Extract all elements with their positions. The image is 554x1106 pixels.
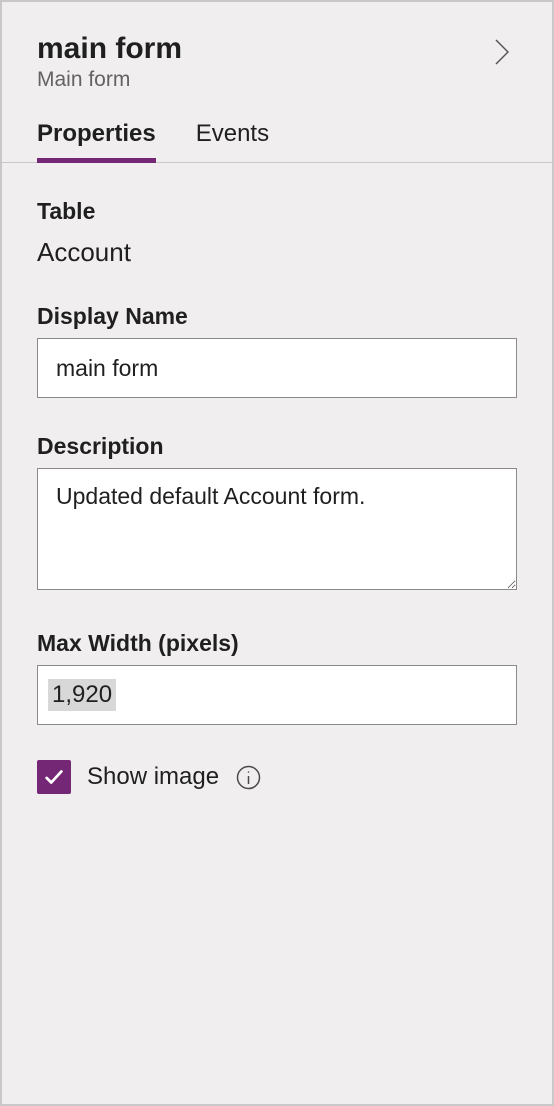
panel-subtitle: Main form: [37, 68, 517, 92]
description-input[interactable]: Updated default Account form.: [37, 468, 517, 590]
display-name-group: Display Name: [37, 303, 517, 398]
show-image-row: Show image: [37, 760, 517, 794]
panel-header: main form Main form: [2, 2, 552, 92]
display-name-input[interactable]: [37, 338, 517, 398]
show-image-info-button[interactable]: [235, 764, 262, 791]
tabs: Properties Events: [2, 92, 552, 163]
show-image-label: Show image: [87, 763, 219, 791]
properties-panel: main form Main form Properties Events Ta…: [2, 2, 552, 1104]
max-width-label: Max Width (pixels): [37, 630, 517, 657]
properties-content: Table Account Display Name Description U…: [2, 163, 552, 794]
collapse-button[interactable]: [487, 37, 517, 67]
tab-events[interactable]: Events: [196, 120, 269, 162]
show-image-checkbox[interactable]: [37, 760, 71, 794]
description-group: Description Updated default Account form…: [37, 433, 517, 595]
table-value: Account: [37, 237, 517, 268]
checkmark-icon: [43, 766, 65, 788]
display-name-label: Display Name: [37, 303, 517, 330]
info-icon: [235, 764, 262, 791]
max-width-value: 1,920: [48, 679, 116, 711]
table-label: Table: [37, 198, 517, 225]
panel-title: main form: [37, 32, 517, 66]
description-label: Description: [37, 433, 517, 460]
tab-properties[interactable]: Properties: [37, 120, 156, 162]
max-width-group: Max Width (pixels) 1,920: [37, 630, 517, 725]
chevron-right-icon: [493, 37, 511, 67]
max-width-input[interactable]: 1,920: [37, 665, 517, 725]
